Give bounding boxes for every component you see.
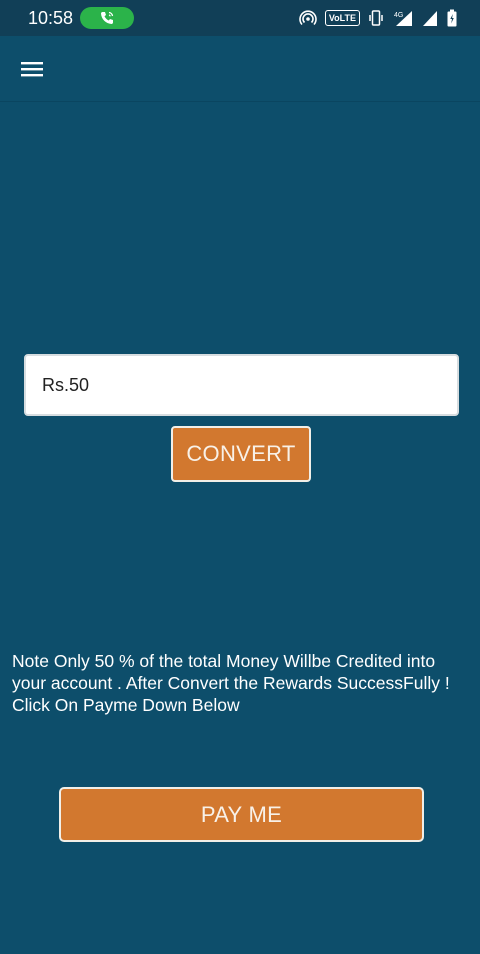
- convert-button[interactable]: CONVERT: [171, 426, 311, 482]
- amount-input[interactable]: [24, 354, 459, 416]
- status-time: 10:58: [28, 8, 74, 28]
- volte-badge: VoLTE: [324, 10, 360, 26]
- menu-button[interactable]: [14, 52, 50, 86]
- vibrate-icon: [369, 10, 383, 26]
- signal-4g-label: 4G: [394, 12, 403, 19]
- phone-call-icon: [101, 11, 114, 24]
- ongoing-call-indicator[interactable]: [80, 7, 134, 29]
- credit-note: Note Only 50 % of the total Money Willbe…: [12, 651, 450, 715]
- battery-icon: [447, 9, 457, 27]
- app-bar: [0, 36, 480, 102]
- signal-icon: [423, 11, 437, 26]
- hotspot-icon: [299, 10, 317, 26]
- signal-4g-icon: 4G: [394, 11, 412, 26]
- status-bar: 10:58 VoLTE 4G: [0, 0, 480, 36]
- status-icons: VoLTE 4G: [299, 7, 458, 29]
- hamburger-menu-icon: [21, 62, 43, 77]
- pay-me-button[interactable]: PAY ME: [59, 787, 424, 842]
